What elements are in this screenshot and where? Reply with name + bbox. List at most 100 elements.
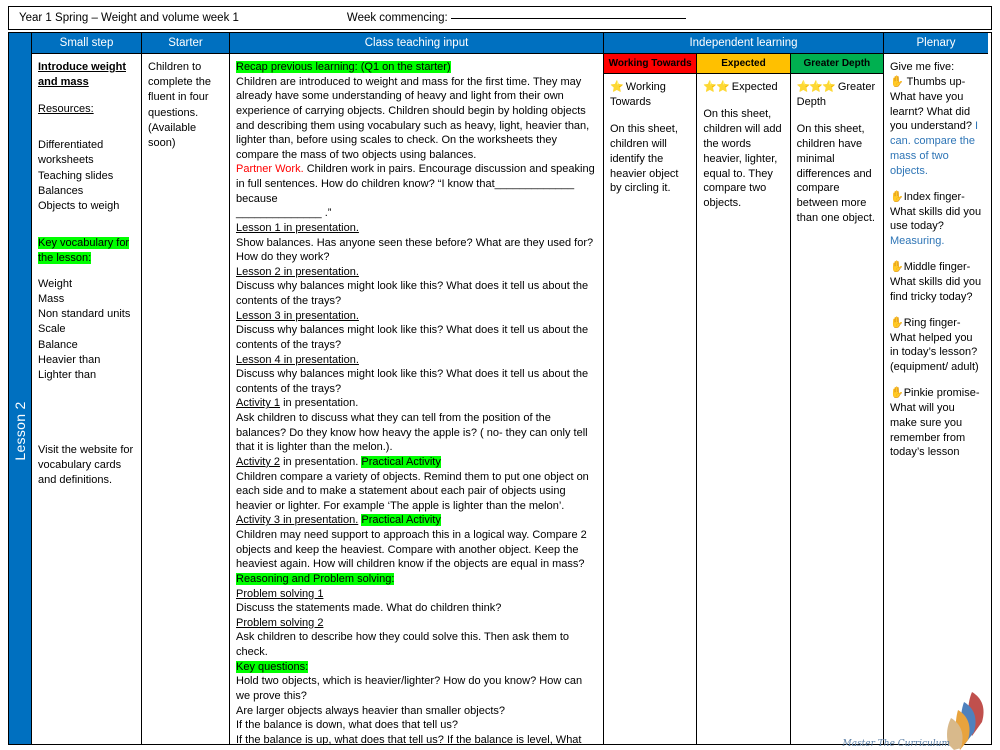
table-body-row: Introduce weight and mass Resources: Dif… — [32, 54, 991, 744]
hand-icon: ✋ — [890, 387, 904, 400]
working-towards-body: On this sheet, children will identify th… — [610, 122, 679, 195]
star-icon: ⭐⭐ — [703, 81, 729, 94]
column-header-class-teaching-input: Class teaching input — [230, 33, 604, 54]
hand-icon: ✋ — [890, 316, 904, 329]
column-header-small-step: Small step — [32, 33, 142, 54]
week-commencing-blank[interactable] — [450, 17, 686, 19]
activity-1-body: Ask children to discuss what they can te… — [236, 412, 588, 454]
recap-body: Children are introduced to weight and ma… — [236, 75, 590, 161]
lesson-3-body: Discuss why balances might look like thi… — [236, 324, 589, 351]
table-header-row: Small step Starter Class teaching input … — [32, 33, 991, 54]
expected-body: On this sheet, children will add the wor… — [703, 108, 782, 210]
cell-class-teaching-input: Recap previous learning: (Q1 on the star… — [230, 54, 604, 744]
expected-star-line: ⭐⭐ Expected — [703, 80, 783, 95]
plenary-item: ✋ Thumbs up- What have you learnt? What … — [890, 75, 982, 179]
cell-expected: ⭐⭐ Expected On this sheet, children will… — [697, 74, 791, 744]
subheader-expected: Expected — [697, 54, 791, 75]
list-item: Teaching slides — [38, 169, 114, 182]
problem-solving-1-body: Discuss the statements made. What do chi… — [236, 602, 502, 615]
resources-label: Resources: — [38, 102, 94, 115]
key-question: Are larger objects always heavier than s… — [236, 704, 506, 717]
plenary-item: ✋Ring finger- What helped you in today’s… — [890, 316, 982, 375]
week-commencing-field: Week commencing: — [347, 12, 686, 24]
brand-wordmark: Master The Curriculum — [842, 739, 950, 749]
key-questions-heading: Key questions: — [236, 660, 309, 673]
cell-small-step: Introduce weight and mass Resources: Dif… — [32, 54, 142, 744]
lesson-4-body: Discuss why balances might look like thi… — [236, 368, 589, 395]
key-vocabulary-list: Weight Mass Non standard units Scale Bal… — [38, 277, 135, 383]
list-item: Lighter than — [38, 368, 97, 381]
practical-activity-tag: Practical Activity — [361, 514, 441, 527]
lesson-plan-page: Year 1 Spring – Weight and volume week 1… — [0, 0, 1000, 750]
list-item: Balances — [38, 184, 84, 197]
activity-3-label-line: Activity 3 in presentation. Practical Ac… — [236, 514, 441, 527]
plenary-intro: Give me five: — [890, 61, 955, 73]
plenary-item-answer: Measuring. — [890, 235, 945, 248]
column-header-independent-learning: Independent learning — [604, 33, 884, 54]
key-question: If the balance is down, what does that t… — [236, 719, 458, 732]
cell-plenary: Give me five: ✋ Thumbs up- What have you… — [884, 54, 988, 744]
hand-icon: ✋ — [890, 190, 904, 203]
greater-depth-body: On this sheet, children have minimal dif… — [796, 122, 875, 225]
partner-work-label: Partner Work. — [236, 163, 304, 176]
independent-learning-body: ⭐ Working Towards On this sheet, childre… — [604, 74, 883, 744]
lesson-1-body: Show balances. Has anyone seen these bef… — [236, 236, 594, 264]
list-item: Objects to weigh — [38, 200, 120, 212]
list-item: Mass — [38, 293, 65, 306]
column-header-plenary: Plenary — [884, 33, 988, 54]
hand-icon: ✋ — [890, 75, 904, 88]
practical-activity-tag: Practical Activity — [361, 455, 441, 468]
list-item: Non standard units Scale — [38, 308, 131, 336]
problem-solving-2-label: Problem solving 2 — [236, 616, 324, 629]
working-towards-star-line: ⭐ Working Towards — [610, 80, 690, 110]
activity-2-label-line: Activity 2 in presentation. Practical Ac… — [236, 455, 441, 468]
star-icon: ⭐ — [610, 81, 624, 94]
page-title: Year 1 Spring – Weight and volume week 1 — [19, 12, 239, 24]
plenary-item-prompt: Pinkie promise- What will you make sure … — [890, 387, 980, 459]
partner-work-body-2: ______________ .” — [236, 207, 332, 220]
list-item: Differentiated worksheets — [38, 139, 104, 167]
cell-greater-depth: ⭐⭐⭐ Greater Depth On this sheet, childre… — [791, 74, 883, 744]
small-step-heading: Introduce weight and mass — [38, 61, 126, 88]
recap-heading: Recap previous learning: (Q1 on the star… — [236, 61, 451, 73]
resources-list: Differentiated worksheets Teaching slide… — [38, 138, 135, 214]
key-question: If the balance is up, what does that tel… — [236, 733, 582, 744]
subheader-working-towards: Working Towards — [604, 54, 698, 75]
list-item: Weight — [38, 277, 73, 290]
activity-3-body: Children may need support to approach th… — [236, 529, 587, 571]
list-item: Balance — [38, 338, 78, 351]
cell-independent-learning: Working Towards Expected Greater Depth ⭐… — [604, 54, 884, 744]
starter-text: Children to complete the fluent in four … — [148, 61, 211, 149]
lesson-3-label: Lesson 3 in presentation. — [236, 309, 359, 322]
lesson-1-label: Lesson 1 in presentation. — [236, 221, 359, 234]
lesson-plan-table: Lesson 2 Small step Starter Class teachi… — [8, 32, 992, 745]
plenary-item-prompt: Ring finger- What helped you in today’s … — [890, 316, 979, 374]
cell-working-towards: ⭐ Working Towards On this sheet, childre… — [604, 74, 698, 744]
activity-1-label-line: Activity 1 in presentation. — [236, 397, 359, 410]
key-question: Hold two objects, which is heavier/light… — [236, 675, 583, 702]
lesson-number-label: Lesson 2 — [12, 401, 28, 461]
plenary-item: ✋Index finger- What skills did you use t… — [890, 190, 982, 249]
partner-work-block: Partner Work. Children work in pairs. En… — [236, 162, 597, 206]
problem-solving-2-body: Ask children to describe how they could … — [236, 631, 570, 658]
independent-learning-subheaders: Working Towards Expected Greater Depth — [604, 54, 883, 75]
lesson-2-label: Lesson 2 in presentation. — [236, 265, 359, 278]
expected-star-label: Expected — [731, 81, 778, 94]
lesson-4-label: Lesson 4 in presentation. — [236, 353, 359, 366]
plenary-item-prompt: Index finger- What skills did you use to… — [890, 190, 982, 233]
table-grid: Small step Starter Class teaching input … — [31, 32, 992, 745]
week-commencing-label: Week commencing: — [346, 12, 448, 24]
activity-2-body: Children compare a variety of objects. R… — [236, 470, 589, 512]
column-header-starter: Starter — [142, 33, 230, 54]
plenary-item-prompt: Middle finger- What skills did you find … — [890, 261, 982, 303]
greater-depth-star-line: ⭐⭐⭐ Greater Depth — [797, 80, 877, 110]
plenary-item: ✋Middle finger- What skills did you find… — [890, 260, 982, 305]
cell-starter: Children to complete the fluent in four … — [142, 54, 230, 744]
lesson-number-strip: Lesson 2 — [8, 32, 31, 745]
website-note: Visit the website for vocabulary cards a… — [38, 444, 134, 487]
subheader-greater-depth: Greater Depth — [790, 54, 883, 75]
plenary-item: ✋Pinkie promise- What will you make sure… — [890, 386, 982, 460]
reasoning-heading: Reasoning and Problem solving: — [236, 572, 395, 585]
problem-solving-1-label: Problem solving 1 — [236, 587, 324, 600]
key-vocabulary-title: Key vocabulary for the lesson: — [38, 236, 135, 266]
